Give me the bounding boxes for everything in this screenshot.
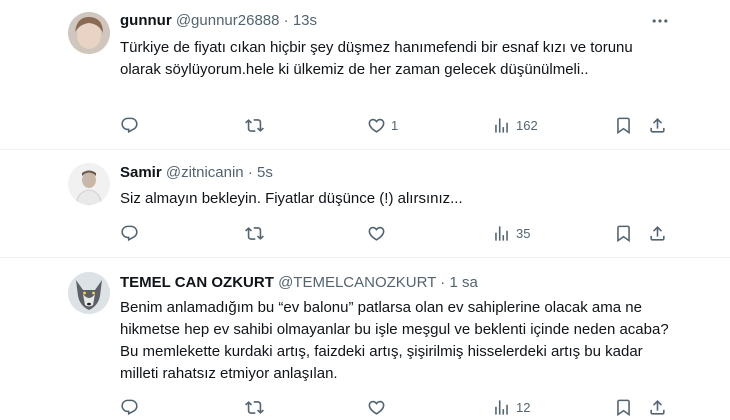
tweet[interactable]: TEMEL CAN OZKURT @TEMELCANOZKURT · 1 sa … [0, 258, 730, 420]
bookmark-icon [614, 224, 633, 243]
view-count: 12 [516, 399, 531, 415]
like-button[interactable] [367, 222, 391, 244]
retweet-icon [245, 224, 264, 243]
bookmark-button[interactable] [614, 396, 633, 418]
avatar[interactable] [68, 163, 110, 205]
view-count: 35 [516, 225, 531, 241]
bookmark-icon [614, 116, 633, 135]
reply-icon [120, 116, 139, 135]
views-button[interactable]: 12 [492, 396, 530, 418]
like-icon [367, 116, 386, 135]
tweet[interactable]: gunnur @gunnur26888 · 13s Türkiye de fiy… [0, 0, 730, 150]
avatar-image [68, 272, 110, 314]
tweet-text: Siz almayın bekleyin. Fiyatlar düşünce (… [120, 190, 463, 207]
timestamp[interactable]: 5s [257, 164, 273, 181]
tweet-text: Benim anlamadığım bu “ev balonu” patlars… [120, 299, 669, 382]
avatar-image [68, 163, 110, 205]
reply-icon [120, 398, 139, 417]
avatar-image [68, 12, 110, 54]
share-icon [648, 398, 667, 417]
share-button[interactable] [648, 114, 667, 136]
like-icon [367, 398, 386, 417]
tweet-header: Samir @zitnicanin · 5s [120, 163, 273, 183]
retweet-icon [245, 116, 264, 135]
separator: · [247, 164, 253, 181]
share-icon [648, 224, 667, 243]
avatar[interactable] [68, 272, 110, 314]
views-button[interactable]: 35 [492, 222, 530, 244]
author-handle[interactable]: @gunnur26888 [176, 12, 280, 29]
author-name[interactable]: gunnur [120, 12, 172, 29]
like-icon [367, 224, 386, 243]
views-icon [492, 116, 511, 135]
retweet-button[interactable] [245, 222, 269, 244]
retweet-button[interactable] [245, 396, 269, 418]
view-count: 162 [516, 117, 538, 133]
tweet[interactable]: Samir @zitnicanin · 5s Siz almayın bekle… [0, 150, 730, 258]
views-icon [492, 398, 511, 417]
share-button[interactable] [648, 222, 667, 244]
retweet-icon [245, 398, 264, 417]
separator: · [283, 12, 289, 29]
share-icon [648, 116, 667, 135]
author-handle[interactable]: @zitnicanin [166, 164, 244, 181]
more-icon[interactable] [650, 11, 670, 31]
views-button[interactable]: 162 [492, 114, 538, 136]
bookmark-button[interactable] [614, 114, 633, 136]
views-icon [492, 224, 511, 243]
separator: · [440, 274, 446, 291]
reply-icon [120, 224, 139, 243]
like-button[interactable] [367, 396, 391, 418]
tweet-actions: 35 [120, 222, 680, 244]
timestamp[interactable]: 1 sa [449, 274, 477, 291]
timestamp[interactable]: 13s [293, 12, 317, 29]
author-name[interactable]: Samir [120, 164, 162, 181]
reply-button[interactable] [120, 114, 144, 136]
author-handle[interactable]: @TEMELCANOZKURT [278, 274, 436, 291]
bookmark-button[interactable] [614, 222, 633, 244]
retweet-button[interactable] [245, 114, 269, 136]
author-name[interactable]: TEMEL CAN OZKURT [120, 274, 274, 291]
reply-button[interactable] [120, 222, 144, 244]
like-count: 1 [391, 117, 399, 133]
tweet-actions: 1 162 [120, 114, 680, 136]
tweet-header: TEMEL CAN OZKURT @TEMELCANOZKURT · 1 sa [120, 273, 478, 293]
tweet-actions: 12 [120, 396, 680, 418]
reply-button[interactable] [120, 396, 144, 418]
tweet-text: Türkiye de fiyatı cıkan hiçbir şey düşme… [120, 39, 633, 78]
share-button[interactable] [648, 396, 667, 418]
like-button[interactable]: 1 [367, 114, 398, 136]
avatar[interactable] [68, 12, 110, 54]
tweet-header: gunnur @gunnur26888 · 13s [120, 11, 317, 31]
bookmark-icon [614, 398, 633, 417]
